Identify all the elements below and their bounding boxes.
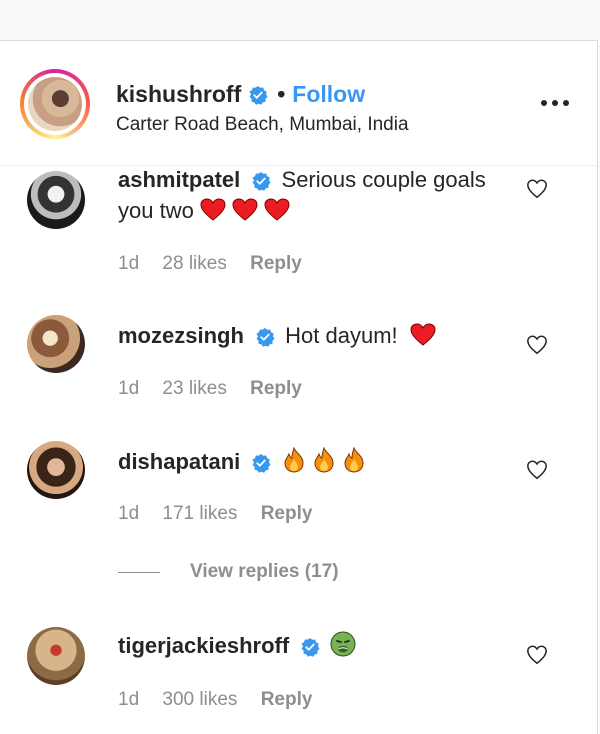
commenter-avatar[interactable]: [27, 627, 85, 685]
comment-body: tigerjackieshroff: [118, 630, 518, 661]
heart-outline-icon[interactable]: [526, 644, 548, 666]
more-options-icon[interactable]: [540, 93, 572, 113]
verified-badge-icon: [249, 85, 268, 105]
story-ring[interactable]: [20, 69, 90, 139]
avatar: [28, 77, 82, 131]
commenter-username[interactable]: tigerjackieshroff: [118, 633, 289, 658]
nauseated-face-emoji: [330, 631, 356, 657]
follow-button[interactable]: Follow: [292, 81, 365, 108]
post-comments-panel: kishushroff • Follow Carter Road Beach, …: [0, 40, 598, 734]
comment-age[interactable]: 1d: [118, 689, 139, 710]
verified-badge-icon: [301, 638, 320, 657]
more-options-dots: [541, 100, 569, 106]
reply-button[interactable]: Reply: [261, 689, 313, 710]
post-header: kishushroff • Follow Carter Road Beach, …: [0, 41, 597, 166]
post-author-username[interactable]: kishushroff: [116, 81, 241, 108]
post-author-line: kishushroff • Follow: [116, 81, 365, 108]
comment-meta: 1d 300 likes Reply: [118, 689, 330, 711]
separator-dot: •: [277, 81, 286, 107]
comment-likes[interactable]: 300 likes: [162, 689, 237, 710]
post-location[interactable]: Carter Road Beach, Mumbai, India: [116, 114, 409, 136]
